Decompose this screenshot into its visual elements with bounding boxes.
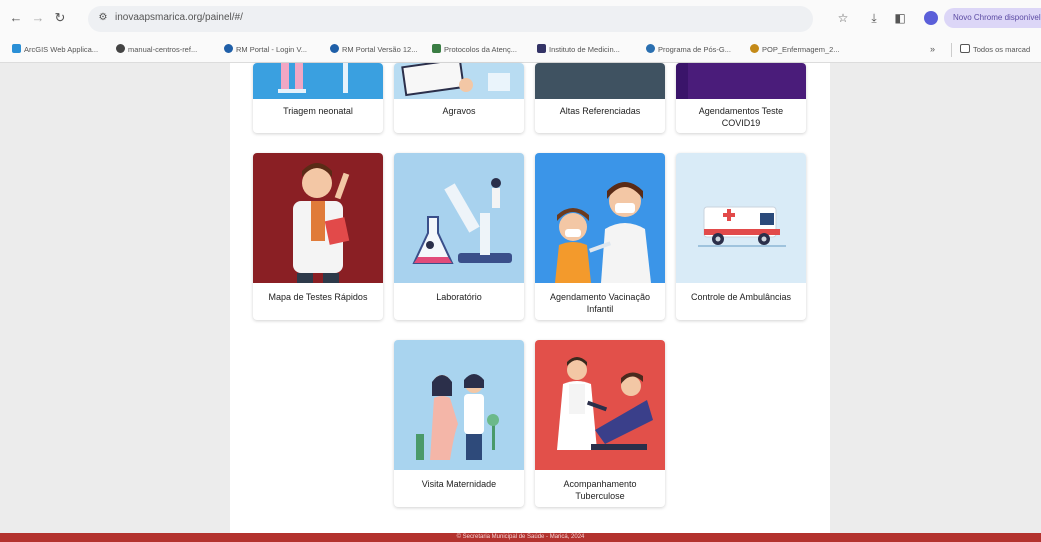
arcgis-icon	[12, 44, 21, 53]
star-icon[interactable]: ☆	[835, 10, 851, 26]
card-triagem-neonatal[interactable]: Triagem neonatal	[253, 63, 383, 133]
triagem-neonatal-illustration	[253, 63, 383, 99]
download-icon[interactable]: ⤓	[866, 10, 882, 26]
card-controle-ambulancias[interactable]: Controle de Ambulâncias	[676, 153, 806, 320]
more-bookmarks-icon[interactable]: »	[930, 44, 935, 56]
address-url[interactable]: inovaapsmarica.org/painel/#/	[115, 12, 243, 23]
bookmark-item[interactable]: RM Portal - Login V...	[224, 44, 307, 56]
altas-illustration	[535, 63, 665, 99]
card-agendamentos-covid[interactable]: Agendamentos Teste COVID19	[676, 63, 806, 133]
reload-icon[interactable]: ↻	[52, 10, 68, 26]
card-label: Mapa de Testes Rápidos	[268, 292, 368, 302]
card-label: Acompanhamento Tuberculose	[563, 479, 637, 501]
bookmark-item[interactable]: RM Portal Versão 12...	[330, 44, 417, 56]
card-agravos[interactable]: Agravos	[394, 63, 524, 133]
footer-text: © Secretaria Municipal de Saúde - Maricá…	[456, 534, 585, 540]
bookmark-item[interactable]: Programa de Pós-G...	[646, 44, 731, 56]
forward-arrow-icon[interactable]: →	[30, 10, 46, 26]
card-label: Agendamentos Teste COVID19	[698, 106, 784, 128]
doctor-illustration	[253, 153, 383, 283]
bookmark-item[interactable]: Instituto de Medicin...	[537, 44, 620, 56]
vaccination-illustration	[535, 153, 665, 283]
card-altas-referenciadas[interactable]: Altas Referenciadas	[535, 63, 665, 133]
protocol-icon	[432, 44, 441, 53]
page-footer: © Secretaria Municipal de Saúde - Maricá…	[0, 533, 1041, 542]
microscope-illustration	[394, 153, 524, 283]
bookmarks-divider	[951, 43, 952, 57]
institute-icon	[537, 44, 546, 53]
agravos-illustration	[394, 63, 524, 99]
new-chrome-button[interactable]: Novo Chrome disponível	[944, 8, 1041, 28]
card-label: Agravos	[442, 106, 476, 116]
back-arrow-icon[interactable]: ←	[8, 10, 24, 26]
all-bookmarks-folder[interactable]: Todos os marcad	[960, 44, 1030, 56]
bookmark-item[interactable]: ArcGIS Web Applica...	[12, 44, 98, 56]
browser-toolbar: ← → ↻ ⚙ inovaapsmarica.org/painel/#/ ☆ ⤓…	[0, 0, 1041, 38]
card-laboratorio[interactable]: Laboratório	[394, 153, 524, 320]
site-settings-icon[interactable]: ⚙	[96, 11, 110, 25]
pop-icon	[750, 44, 759, 53]
folder-icon	[960, 44, 970, 53]
bookmark-item[interactable]: Protocolos da Atenç...	[432, 44, 517, 56]
ambulance-illustration	[676, 153, 806, 283]
program-icon	[646, 44, 655, 53]
bookmark-item[interactable]: POP_Enfermagem_2...	[750, 44, 840, 56]
maternity-illustration	[394, 340, 524, 470]
globe-icon	[116, 44, 125, 53]
rm-portal-icon	[224, 44, 233, 53]
profile-avatar[interactable]	[924, 11, 938, 25]
covid-test-illustration	[676, 63, 806, 99]
address-bar[interactable]: ⚙ inovaapsmarica.org/painel/#/	[88, 6, 813, 32]
tuberculosis-illustration	[535, 340, 665, 470]
card-acompanhamento-tuberculose[interactable]: Acompanhamento Tuberculose	[535, 340, 665, 507]
card-mapa-testes-rapidos[interactable]: Mapa de Testes Rápidos	[253, 153, 383, 320]
card-vacinacao-infantil[interactable]: Agendamento Vacinação Infantil	[535, 153, 665, 320]
card-label: Controle de Ambulâncias	[690, 292, 792, 302]
bookmark-item[interactable]: manual-centros-ref...	[116, 44, 197, 56]
card-label: Triagem neonatal	[283, 106, 353, 116]
side-panel-icon[interactable]: ◧	[892, 10, 908, 26]
card-label: Laboratório	[436, 292, 482, 302]
card-visita-maternidade[interactable]: Visita Maternidade	[394, 340, 524, 507]
card-label: Altas Referenciadas	[559, 106, 641, 116]
rm-portal-icon	[330, 44, 339, 53]
card-label: Agendamento Vacinação Infantil	[550, 292, 650, 314]
card-label: Visita Maternidade	[421, 479, 497, 489]
